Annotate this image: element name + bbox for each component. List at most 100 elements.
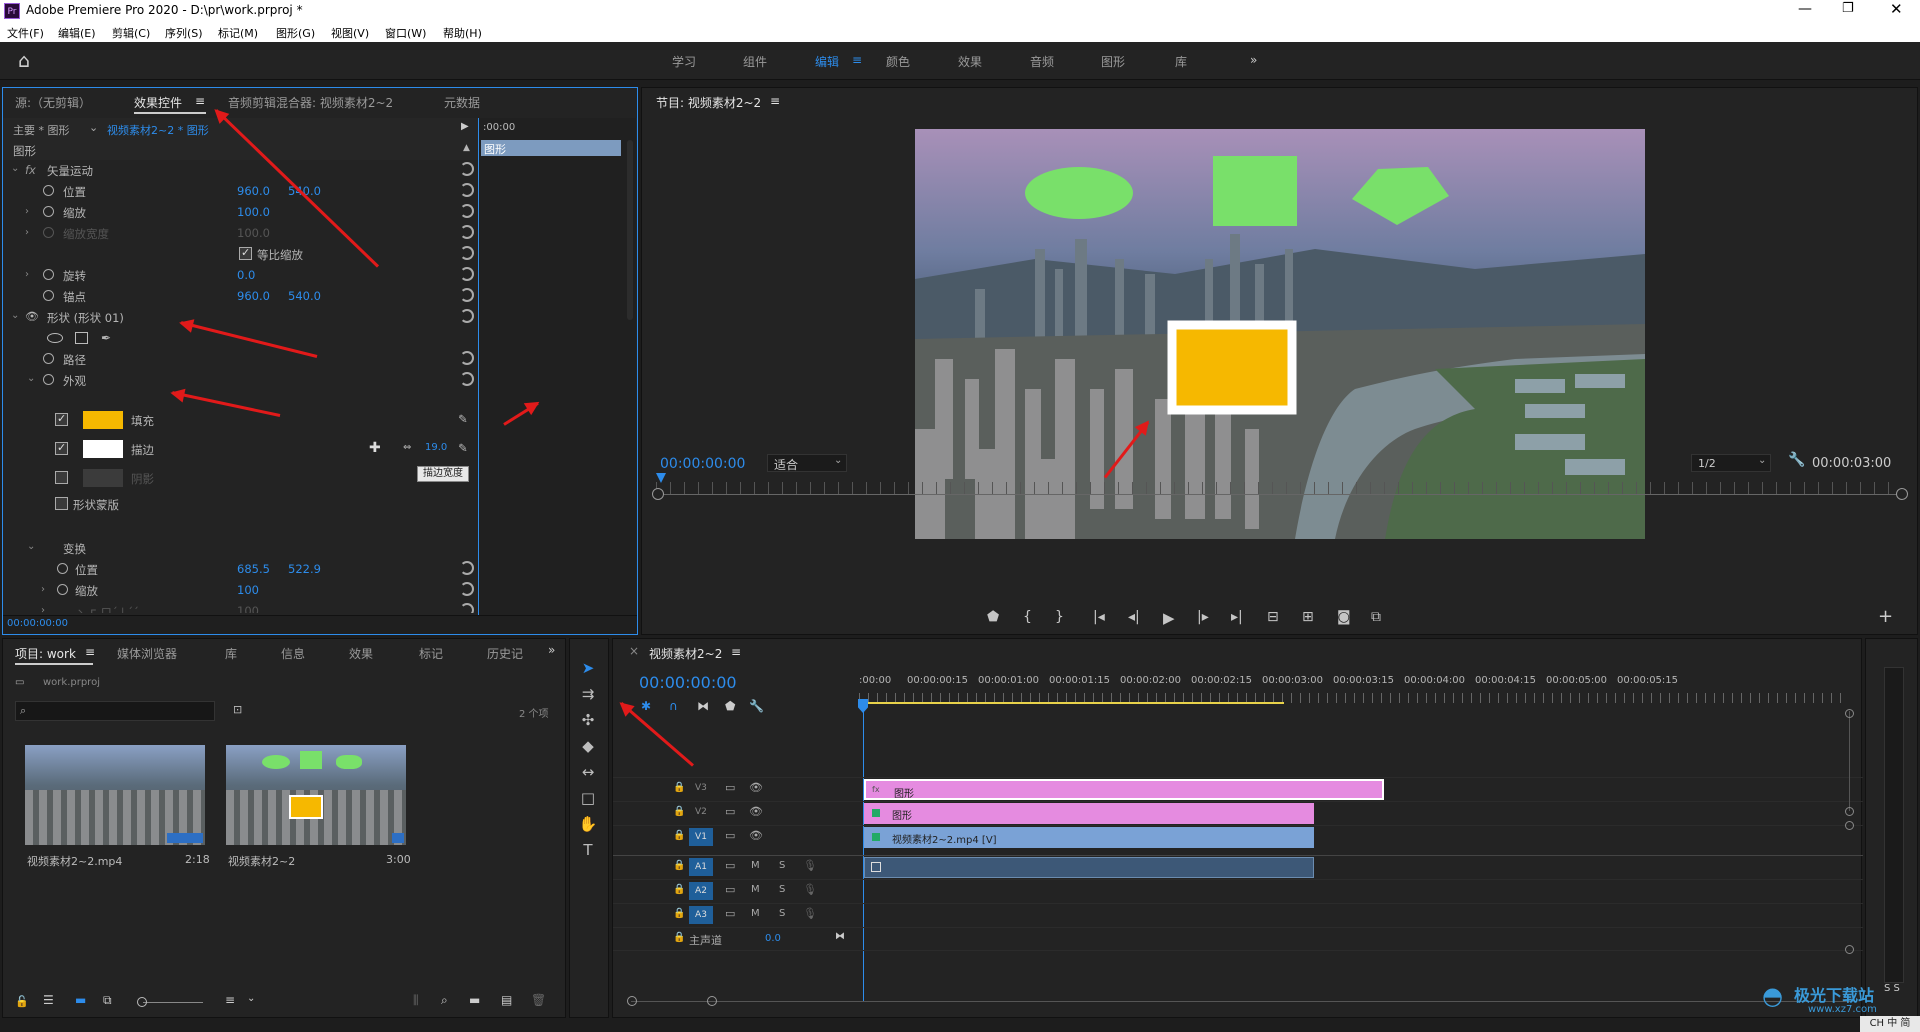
clip-a1-audio[interactable] bbox=[864, 857, 1314, 878]
path-row[interactable]: 路径 bbox=[3, 349, 478, 369]
tab-project[interactable]: 项目: work bbox=[15, 645, 76, 662]
stroke-row[interactable]: 描边✚⇔19.0✎ bbox=[3, 437, 478, 461]
icon-view-icon[interactable]: ▬ bbox=[75, 993, 86, 1007]
tab-menu-icon[interactable]: ≡ bbox=[195, 94, 205, 108]
workspace-audio[interactable]: 音频 bbox=[1030, 53, 1054, 70]
add-marker-icon[interactable]: ⬟ bbox=[987, 609, 999, 625]
workspace-editing[interactable]: 编辑 bbox=[815, 53, 839, 70]
go-to-out-icon[interactable]: ▸| bbox=[1231, 609, 1243, 625]
program-timecode[interactable]: 00:00:00:00 bbox=[660, 456, 745, 472]
ripple-edit-tool-icon[interactable]: ✣ bbox=[574, 711, 602, 737]
minimize-icon[interactable]: — bbox=[1798, 1, 1812, 17]
button-editor-add-icon[interactable]: + bbox=[1878, 606, 1893, 627]
snap-icon[interactable]: ∩ bbox=[669, 699, 678, 713]
timeline-zoom-bar[interactable] bbox=[631, 1001, 1851, 1002]
timeline-zoom-right-handle[interactable] bbox=[707, 996, 717, 1006]
clear-icon[interactable]: 🗑 bbox=[531, 993, 546, 1007]
tab-source[interactable]: 源:（无剪辑） bbox=[15, 94, 91, 111]
project-item-thumbnail-2[interactable] bbox=[226, 745, 406, 845]
track-a2[interactable]: 🔒 A2 ▭ M S 🎙 bbox=[613, 879, 1863, 903]
mark-in-icon[interactable]: { bbox=[1023, 609, 1032, 625]
tab-effect-controls[interactable]: 效果控件 bbox=[134, 94, 182, 111]
shape-mask-row[interactable]: 形状蒙版 bbox=[3, 494, 478, 514]
program-ruler[interactable] bbox=[656, 482, 1901, 494]
close-sequence-icon[interactable]: × bbox=[629, 644, 639, 658]
thumbnail-zoom-slider[interactable] bbox=[143, 1002, 203, 1003]
scroll-handle[interactable] bbox=[1845, 807, 1854, 816]
timeline-zoom-left-handle[interactable] bbox=[627, 996, 637, 1006]
menu-clip[interactable]: 剪辑(C) bbox=[112, 25, 150, 41]
track-a3[interactable]: 🔒 A3 ▭ M S 🎙 bbox=[613, 903, 1863, 927]
stroke-color-swatch[interactable] bbox=[83, 440, 123, 458]
sequence-clip-label[interactable]: 视频素材2~2 * 图形 bbox=[107, 122, 209, 138]
scroll-handle[interactable] bbox=[1845, 821, 1854, 830]
rectangle-mask-icon[interactable] bbox=[75, 332, 88, 344]
shadow-row[interactable]: 阴影 bbox=[3, 466, 478, 490]
tab-libraries[interactable]: 库 bbox=[225, 645, 237, 662]
video-scrollbar[interactable] bbox=[1849, 711, 1850, 811]
tab-metadata[interactable]: 元数据 bbox=[444, 94, 480, 111]
new-item-icon[interactable]: ▤ bbox=[501, 993, 512, 1007]
menu-edit[interactable]: 编辑(E) bbox=[58, 25, 96, 41]
appearance-row[interactable]: ⌄ 外观 bbox=[3, 370, 478, 390]
transform-scale-row[interactable]: › 缩放 100 bbox=[3, 580, 478, 600]
find-icon[interactable]: ⌕ bbox=[441, 993, 448, 1008]
expand-arrow-icon[interactable]: ▶ bbox=[461, 121, 469, 132]
pen-mask-icon[interactable]: ✒ bbox=[101, 331, 111, 345]
pen-tool-icon[interactable]: □ bbox=[574, 789, 602, 815]
transform-position-row[interactable]: 位置 685.5 522.9 bbox=[3, 559, 478, 579]
workspace-graphics[interactable]: 图形 bbox=[1101, 53, 1125, 70]
fill-color-swatch[interactable] bbox=[83, 411, 123, 429]
project-item-thumbnail-1[interactable] bbox=[25, 745, 205, 845]
transform-row[interactable]: ⌄ 变换 bbox=[3, 538, 478, 558]
shadow-color-swatch[interactable] bbox=[83, 469, 123, 487]
new-bin-from-search-icon[interactable]: ⊡ bbox=[233, 703, 242, 716]
list-view-icon[interactable]: ☰ bbox=[43, 993, 54, 1007]
sort-icon[interactable]: ≡ bbox=[225, 993, 235, 1007]
freeform-view-icon[interactable]: ⧉ bbox=[103, 993, 112, 1008]
menu-window[interactable]: 窗口(W) bbox=[385, 25, 426, 41]
menu-sequence[interactable]: 序列(S) bbox=[165, 25, 203, 41]
track-master[interactable]: 🔒 主声道 0.0 ⧓ bbox=[613, 927, 1863, 951]
workspace-color[interactable]: 颜色 bbox=[886, 53, 910, 70]
clip-v2-graphic[interactable]: 图形 bbox=[864, 803, 1314, 824]
uniform-scale-row[interactable]: 等比缩放 bbox=[3, 244, 478, 264]
timeline-settings-icon[interactable]: 🔧 bbox=[749, 699, 764, 713]
go-to-in-icon[interactable]: |◂ bbox=[1093, 609, 1105, 625]
mini-timeline-clip[interactable]: 图形 bbox=[481, 140, 621, 156]
fill-row[interactable]: 填充✎ bbox=[3, 408, 478, 432]
comparison-view-icon[interactable]: ⧉ bbox=[1371, 609, 1381, 625]
menu-help[interactable]: 帮助(H) bbox=[443, 25, 482, 41]
wrench-icon[interactable]: 🔧 bbox=[1788, 452, 1805, 468]
tab-audio-mixer[interactable]: 音频剪辑混合器: 视频素材2~2 bbox=[228, 94, 393, 111]
motion-position-row[interactable]: 位置 960.0 540.0 bbox=[3, 181, 478, 201]
program-scrub-bar[interactable] bbox=[656, 494, 1901, 495]
fit-dropdown[interactable]: 适合 ⌄ bbox=[767, 454, 847, 472]
chevron-down-icon[interactable]: ⌄ bbox=[247, 993, 255, 1004]
workspace-more-icon[interactable]: » bbox=[1250, 53, 1257, 67]
tab-media-browser[interactable]: 媒体浏览器 bbox=[117, 645, 177, 662]
restore-icon[interactable]: ❐ bbox=[1842, 1, 1854, 16]
clip-v3-graphic[interactable]: 图形 fx bbox=[864, 779, 1384, 800]
workspace-menu-icon[interactable]: ≡ bbox=[852, 53, 862, 67]
timeline-timecode[interactable]: 00:00:00:00 bbox=[639, 673, 737, 692]
close-icon[interactable]: ✕ bbox=[1890, 0, 1903, 18]
program-zoom-left-handle[interactable] bbox=[652, 488, 664, 500]
menu-file[interactable]: 文件(F) bbox=[7, 25, 44, 41]
step-back-icon[interactable]: ◂| bbox=[1128, 609, 1140, 625]
timeline-title[interactable]: 视频素材2~2 bbox=[649, 645, 722, 662]
motion-scale-row[interactable]: › 缩放 100.0 bbox=[3, 202, 478, 222]
play-icon[interactable]: ▶ bbox=[1163, 609, 1175, 627]
linked-selection-icon[interactable]: ⧓ bbox=[697, 699, 709, 713]
slip-tool-icon[interactable]: ↔ bbox=[574, 763, 602, 789]
project-menu-icon[interactable]: ≡ bbox=[85, 645, 95, 659]
selection-tool-icon[interactable]: ➤ bbox=[574, 659, 602, 685]
clip-v1-video[interactable]: 视频素材2~2.mp4 [V] bbox=[864, 827, 1314, 848]
program-title[interactable]: 节目: 视频素材2~2 bbox=[656, 94, 761, 111]
mini-scrollbar[interactable] bbox=[627, 140, 633, 320]
ime-status[interactable]: CH 中 简 bbox=[1860, 1016, 1920, 1032]
program-zoom-right-handle[interactable] bbox=[1896, 488, 1908, 500]
zoom-slider-handle[interactable] bbox=[137, 997, 147, 1007]
workspace-learn[interactable]: 学习 bbox=[672, 53, 696, 70]
timeline-ruler[interactable]: :00:00 00:00:00:15 00:00:01:00 00:00:01:… bbox=[859, 675, 1849, 705]
